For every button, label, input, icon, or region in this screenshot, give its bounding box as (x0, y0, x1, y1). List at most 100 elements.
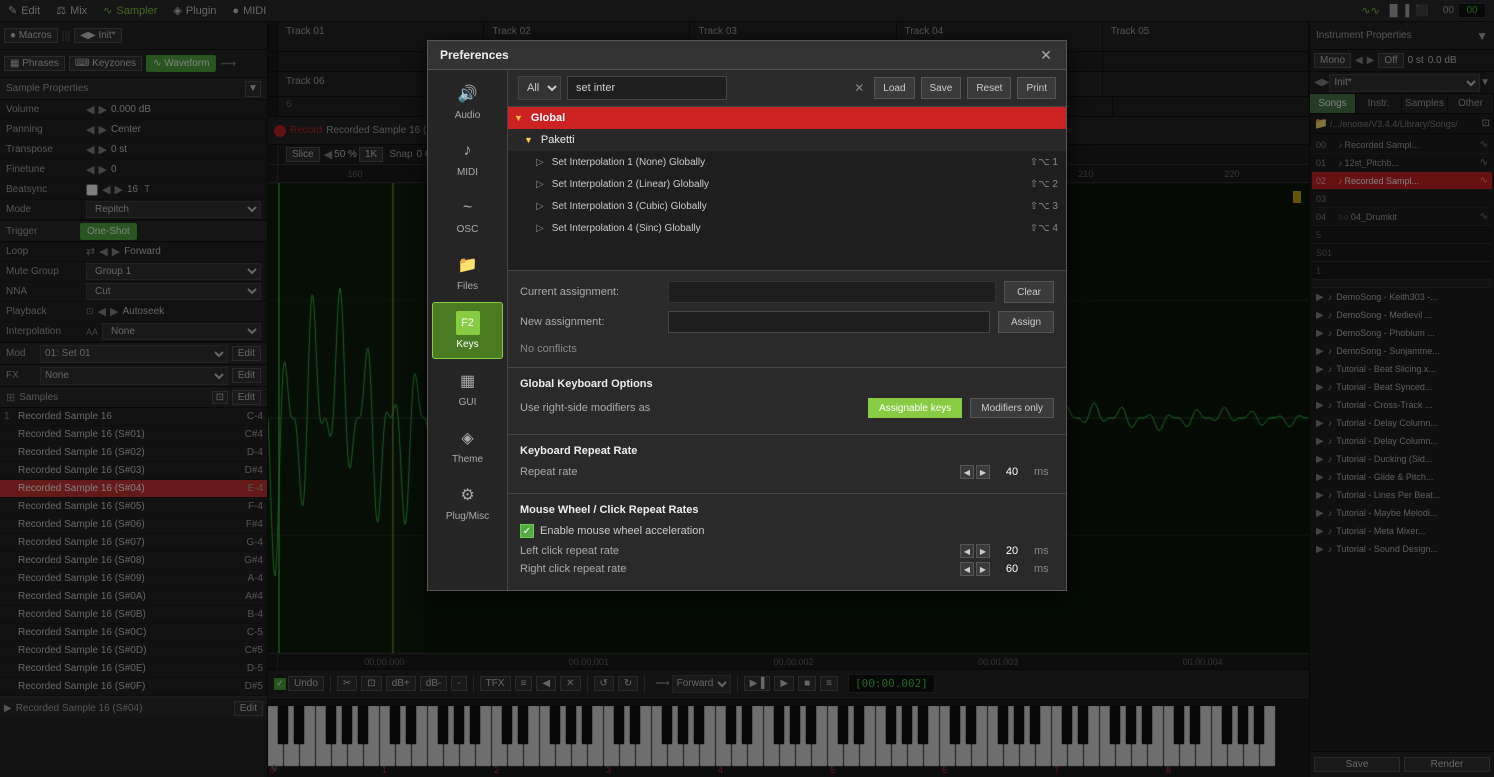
right-click-label: Right click repeat rate (520, 563, 952, 575)
sidebar-osc-label: OSC (457, 224, 479, 235)
tree-paketti-label: Paketti (541, 134, 575, 146)
interp4-shortcut: ⇧⌥ 4 (1030, 223, 1058, 234)
interp3-shortcut: ⇧⌥ 3 (1030, 201, 1058, 212)
tree-global-label: Global (531, 112, 565, 124)
assignable-keys-btn[interactable]: Assignable keys (868, 398, 962, 418)
mouse-wheel-title: Mouse Wheel / Click Repeat Rates (520, 504, 1054, 516)
left-click-value: 20 (998, 545, 1026, 557)
repeat-rate-title: Keyboard Repeat Rate (520, 445, 1054, 457)
left-click-arrow-l[interactable]: ◀ (960, 544, 974, 558)
modal-overlay[interactable]: Preferences ✕ 🔊 Audio ♪ MIDI ~ OSC (0, 0, 1494, 777)
repeat-rate-row: Repeat rate ◀ ▶ 40 ms (520, 465, 1054, 479)
modal-titlebar: Preferences ✕ (428, 41, 1066, 70)
right-click-value: 60 (998, 563, 1026, 575)
sidebar-audio-label: Audio (455, 110, 481, 121)
sidebar-gui[interactable]: ▦ GUI (432, 361, 503, 416)
modal-main-content: All ✕ Load Save Reset Print ▼ (508, 70, 1066, 590)
files-icon: 📁 (456, 253, 480, 277)
repeat-arrow-left[interactable]: ◀ (960, 465, 974, 479)
print-btn[interactable]: Print (1017, 77, 1056, 99)
enable-acceleration-label: Enable mouse wheel acceleration (540, 525, 705, 537)
save-btn2[interactable]: Save (921, 77, 962, 99)
current-assignment-row: Current assignment: Clear (520, 281, 1054, 303)
sidebar-theme[interactable]: ◈ Theme (432, 418, 503, 473)
leaf-arrow1: ▷ (536, 157, 544, 168)
audio-icon: 🔊 (456, 82, 480, 106)
sidebar-osc[interactable]: ~ OSC (432, 188, 503, 243)
search-input[interactable] (567, 76, 727, 100)
interp4-label: Set Interpolation 4 (Sinc) Globally (552, 223, 701, 234)
current-assignment-label: Current assignment: (520, 286, 660, 298)
use-right-label: Use right-side modifiers as (520, 402, 860, 414)
interp3-label: Set Interpolation 3 (Cubic) Globally (552, 201, 707, 212)
enable-acceleration-row: ✓ Enable mouse wheel acceleration (520, 524, 1054, 538)
right-click-unit: ms (1034, 563, 1054, 575)
assign-btn[interactable]: Assign (998, 311, 1054, 333)
left-click-rate-row: Left click repeat rate ◀ ▶ 20 ms (520, 544, 1054, 558)
leaf-arrow2: ▷ (536, 179, 544, 190)
reset-btn[interactable]: Reset (967, 77, 1011, 99)
load-btn[interactable]: Load (874, 77, 914, 99)
interp2-label: Set Interpolation 2 (Linear) Globally (552, 179, 709, 190)
tree-interp2[interactable]: ▷ Set Interpolation 2 (Linear) Globally … (508, 173, 1066, 195)
tree-interp3[interactable]: ▷ Set Interpolation 3 (Cubic) Globally ⇧… (508, 195, 1066, 217)
enable-acceleration-checkbox[interactable]: ✓ (520, 524, 534, 538)
keybinding-tree: ▼ Global ▼ Paketti ▷ Set Interpolation 1… (508, 107, 1066, 270)
new-assignment-input[interactable] (668, 311, 990, 333)
filter-all-select[interactable]: All (518, 76, 561, 100)
plugmisc-icon: ⚙ (456, 483, 480, 507)
leaf-arrow4: ▷ (536, 223, 544, 234)
sidebar-files[interactable]: 📁 Files (432, 245, 503, 300)
modal-close-btn[interactable]: ✕ (1038, 47, 1054, 63)
clear-btn[interactable]: Clear (1004, 281, 1054, 303)
mouse-wheel-section: Mouse Wheel / Click Repeat Rates ✓ Enabl… (508, 493, 1066, 590)
modal-sidebar: 🔊 Audio ♪ MIDI ~ OSC 📁 Files F2 Keys (428, 70, 508, 590)
tree-arrow-down: ▼ (514, 113, 523, 123)
sidebar-plugmisc-label: Plug/Misc (446, 511, 489, 522)
sidebar-gui-label: GUI (459, 397, 477, 408)
tree-paketti-group[interactable]: ▼ Paketti (508, 129, 1066, 151)
theme-icon: ◈ (456, 426, 480, 450)
repeat-arrow-right[interactable]: ▶ (976, 465, 990, 479)
osc-icon: ~ (456, 196, 480, 220)
interp1-shortcut: ⇧⌥ 1 (1030, 157, 1058, 168)
sidebar-theme-label: Theme (452, 454, 483, 465)
keys-toolbar: All ✕ Load Save Reset Print (508, 70, 1066, 107)
sidebar-keys-label: Keys (456, 339, 478, 350)
sidebar-audio[interactable]: 🔊 Audio (432, 74, 503, 129)
interp2-shortcut: ⇧⌥ 2 (1030, 179, 1058, 190)
sidebar-midi-label: MIDI (457, 167, 478, 178)
keyboard-options-title: Global Keyboard Options (520, 378, 1054, 390)
midi-icon: ♪ (456, 139, 480, 163)
keyboard-options-section: Global Keyboard Options Use right-side m… (508, 367, 1066, 434)
repeat-value: 40 (998, 466, 1026, 478)
preferences-modal: Preferences ✕ 🔊 Audio ♪ MIDI ~ OSC (427, 40, 1067, 591)
keyboard-repeat-section: Keyboard Repeat Rate Repeat rate ◀ ▶ 40 … (508, 434, 1066, 493)
sidebar-midi[interactable]: ♪ MIDI (432, 131, 503, 186)
repeat-rate-label: Repeat rate (520, 466, 952, 478)
left-click-unit: ms (1034, 545, 1054, 557)
modifiers-row: Use right-side modifiers as Assignable k… (520, 398, 1054, 418)
gui-icon: ▦ (456, 369, 480, 393)
right-click-rate-row: Right click repeat rate ◀ ▶ 60 ms (520, 562, 1054, 576)
modifiers-only-btn[interactable]: Modifiers only (970, 398, 1054, 418)
tree-interp4[interactable]: ▷ Set Interpolation 4 (Sinc) Globally ⇧⌥… (508, 217, 1066, 239)
modal-title: Preferences (440, 48, 509, 62)
sidebar-keys[interactable]: F2 Keys (432, 302, 503, 359)
sidebar-plugmisc[interactable]: ⚙ Plug/Misc (432, 475, 503, 530)
right-click-arrow-r[interactable]: ▶ (976, 562, 990, 576)
leaf-arrow3: ▷ (536, 201, 544, 212)
new-assignment-row: New assignment: Assign (520, 311, 1054, 333)
interp1-label: Set Interpolation 1 (None) Globally (552, 157, 705, 168)
new-assignment-label: New assignment: (520, 316, 660, 328)
assignment-area: Current assignment: Clear New assignment… (508, 270, 1066, 367)
tree-global-group[interactable]: ▼ Global (508, 107, 1066, 129)
search-clear-icon[interactable]: ✕ (854, 81, 864, 95)
no-conflicts-label: No conflicts (520, 341, 1054, 357)
repeat-unit: ms (1034, 466, 1054, 478)
sidebar-files-label: Files (457, 281, 478, 292)
tree-arrow-down2: ▼ (524, 135, 533, 145)
tree-interp1[interactable]: ▷ Set Interpolation 1 (None) Globally ⇧⌥… (508, 151, 1066, 173)
left-click-arrow-r[interactable]: ▶ (976, 544, 990, 558)
right-click-arrow-l[interactable]: ◀ (960, 562, 974, 576)
